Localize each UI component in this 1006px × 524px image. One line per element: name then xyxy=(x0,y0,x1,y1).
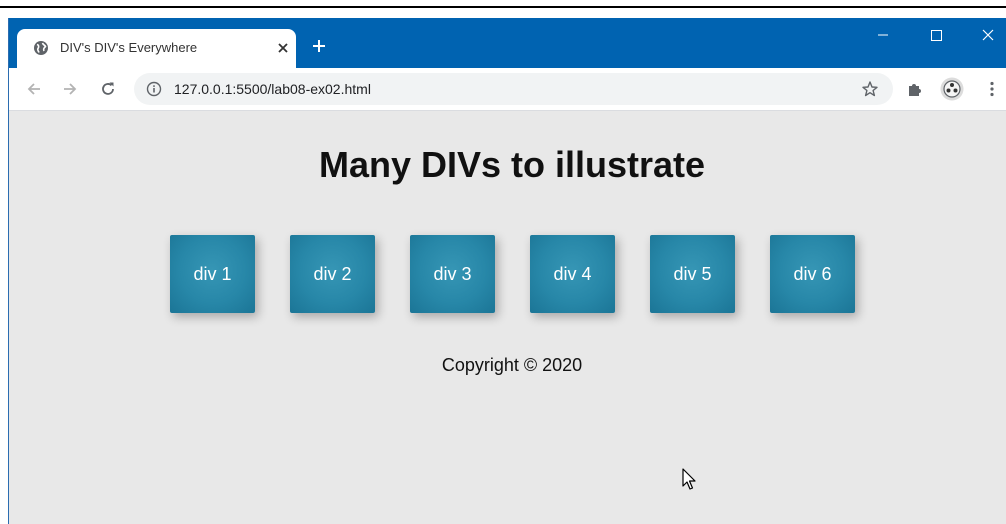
copyright-footer: Copyright © 2020 xyxy=(441,355,583,375)
div-box-5: div 5 xyxy=(650,235,735,313)
window-close-button[interactable] xyxy=(964,18,1006,52)
profile-avatar-icon[interactable] xyxy=(940,77,964,101)
div-box-2: div 2 xyxy=(290,235,375,313)
div-box-label: div 3 xyxy=(433,263,472,284)
div-box-row: div 1 div 2 div 3 div 4 div 5 div 6 xyxy=(170,235,870,315)
page-heading: Many DIVs to illustrate xyxy=(318,144,706,185)
mouse-cursor-icon xyxy=(682,468,696,490)
div-box-4: div 4 xyxy=(530,235,615,313)
kebab-menu-icon[interactable] xyxy=(983,80,1001,98)
puzzle-icon[interactable] xyxy=(906,80,924,98)
window-close-icon xyxy=(982,29,994,41)
div-box-3: div 3 xyxy=(410,235,495,313)
star-icon[interactable] xyxy=(861,80,879,98)
minimize-icon xyxy=(878,34,888,36)
tab-title: DIV's DIV's Everywhere xyxy=(60,40,198,55)
maximize-icon xyxy=(931,30,942,41)
div-box-label: div 5 xyxy=(673,263,712,284)
top-border-line xyxy=(0,6,1006,8)
arrow-right-icon[interactable] xyxy=(61,80,79,98)
browser-window: DIV's DIV's Everywhere 127.0.0.1:5500/la… xyxy=(9,18,1006,524)
title-bar: DIV's DIV's Everywhere xyxy=(9,18,1006,68)
info-icon[interactable] xyxy=(146,81,162,97)
div-box-1: div 1 xyxy=(170,235,255,313)
div-box-label: div 1 xyxy=(193,263,232,284)
plus-icon[interactable] xyxy=(311,38,327,54)
globe-icon xyxy=(34,41,48,55)
browser-toolbar: 127.0.0.1:5500/lab08-ex02.html xyxy=(9,68,1006,111)
arrow-left-icon[interactable] xyxy=(25,80,43,98)
div-box-label: div 4 xyxy=(553,263,592,284)
div-box-label: div 6 xyxy=(793,263,832,284)
reload-icon[interactable] xyxy=(99,80,117,98)
close-icon[interactable] xyxy=(276,41,290,55)
page-viewport: Many DIVs to illustrate div 1 div 2 div … xyxy=(9,111,1006,524)
minimize-button[interactable] xyxy=(860,18,906,52)
url-text: 127.0.0.1:5500/lab08-ex02.html xyxy=(174,81,371,97)
maximize-button[interactable] xyxy=(913,18,959,52)
address-bar[interactable]: 127.0.0.1:5500/lab08-ex02.html xyxy=(134,73,893,105)
div-box-6: div 6 xyxy=(770,235,855,313)
browser-tab[interactable]: DIV's DIV's Everywhere xyxy=(17,29,296,68)
div-box-label: div 2 xyxy=(313,263,352,284)
